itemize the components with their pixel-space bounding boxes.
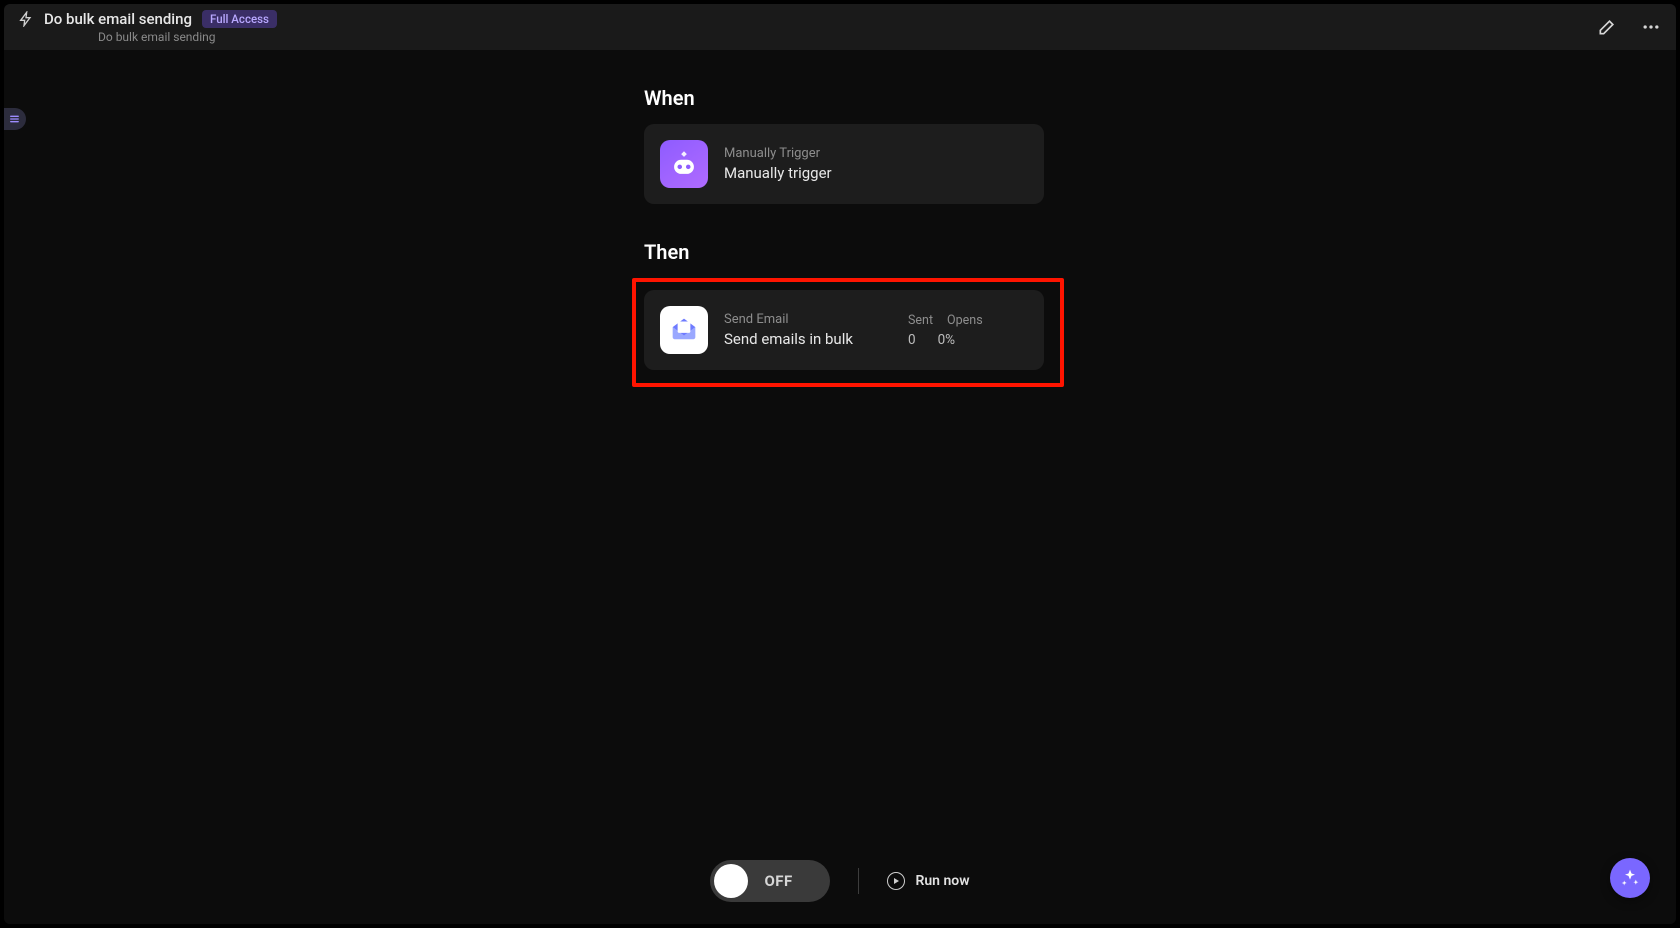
stat-value-opens: 0% [938, 332, 955, 348]
action-stats: Sent Opens 0 0% [908, 313, 1028, 348]
section-title-then: Then [644, 240, 1044, 264]
page-title: Do bulk email sending [44, 10, 192, 28]
play-icon [887, 872, 905, 890]
mail-icon [660, 306, 708, 354]
toggle-knob [714, 864, 748, 898]
trigger-type-label: Manually Trigger [724, 146, 1028, 161]
run-now-button[interactable]: Run now [887, 872, 969, 890]
action-type-label: Send Email [724, 312, 892, 327]
more-menu-icon[interactable] [1640, 16, 1662, 38]
edit-icon[interactable] [1596, 16, 1618, 38]
page-subtitle: Do bulk email sending [98, 30, 277, 44]
action-description: Send emails in bulk [724, 330, 892, 348]
robot-icon [660, 140, 708, 188]
section-title-when: When [644, 86, 1044, 110]
stat-value-sent: 0 [908, 332, 916, 348]
trigger-card[interactable]: Manually Trigger Manually trigger [644, 124, 1044, 204]
action-card-send-email[interactable]: Send Email Send emails in bulk Sent Open… [644, 290, 1044, 370]
toggle-state-label: OFF [764, 872, 792, 890]
automation-bolt-icon [18, 11, 34, 27]
access-badge: Full Access [202, 10, 277, 28]
trigger-description: Manually trigger [724, 164, 1028, 182]
stat-label-opens: Opens [947, 313, 983, 328]
automation-canvas: When Manually Trigger Manually trigger T [4, 50, 1676, 924]
header-bar: Do bulk email sending Full Access Do bul… [4, 4, 1676, 50]
bottom-bar: OFF Run now [4, 860, 1676, 902]
expand-side-panel-button[interactable] [4, 108, 26, 130]
separator [858, 868, 859, 894]
ai-assistant-fab[interactable] [1610, 858, 1650, 898]
enable-toggle[interactable]: OFF [710, 860, 830, 902]
run-now-label: Run now [915, 873, 969, 889]
stat-label-sent: Sent [908, 313, 933, 328]
